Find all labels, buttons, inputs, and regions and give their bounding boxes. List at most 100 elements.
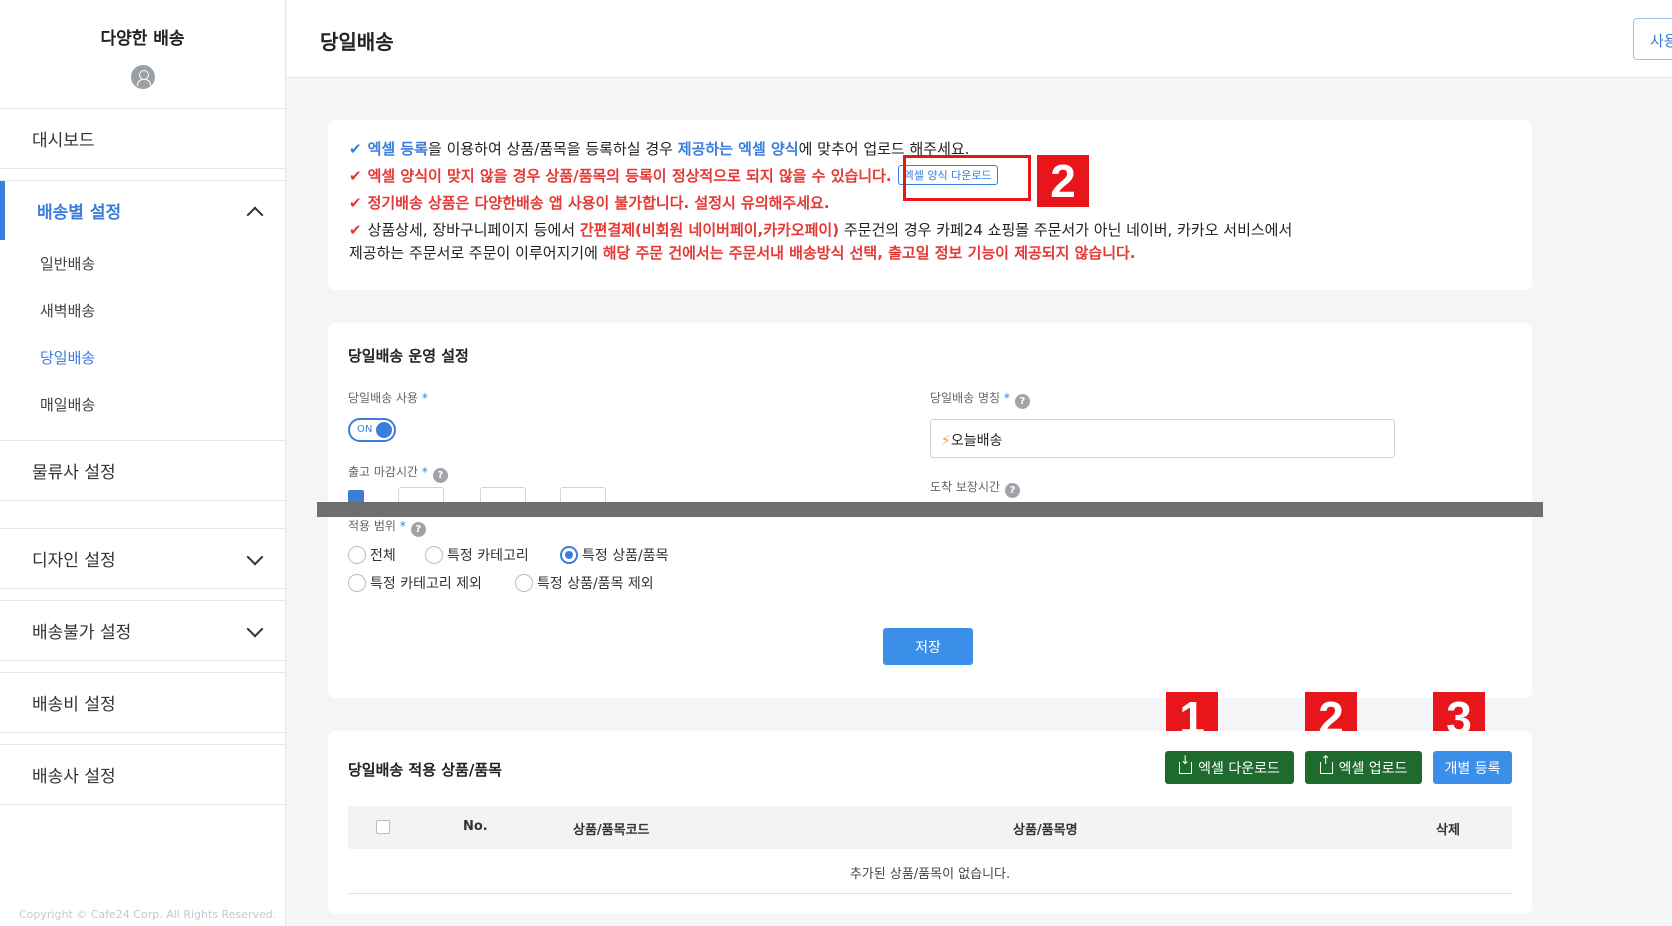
notice-line-1: ✔ 엑셀 등록을 이용하여 상품/품목을 등록하실 경우 제공하는 엑셀 양식에 … [349, 138, 969, 159]
button-label: 엑셀 업로드 [1338, 760, 1408, 777]
notice-highlight: 제공하는 엑셀 양식 [677, 140, 799, 158]
required-mark: * [399, 519, 406, 533]
header-action-button[interactable]: 사용 [1633, 18, 1672, 60]
scope-option-exclude-category[interactable]: 특정 카테고리 제외 [348, 573, 482, 593]
check-icon: ✔ [349, 140, 362, 158]
excel-download-button[interactable]: 엑셀 다운로드 [1165, 751, 1294, 784]
scope-option-all[interactable]: 전체 [348, 545, 396, 565]
sidebar-item-dashboard[interactable]: 대시보드 [0, 108, 285, 169]
sidebar-item-label: 배송사 설정 [32, 767, 116, 787]
help-icon[interactable]: ? [432, 468, 448, 483]
sidebar-item-label: 배송불가 설정 [32, 623, 132, 643]
required-mark: * [421, 391, 428, 405]
annotation-box [903, 155, 1031, 201]
sidebar-item-delivery-settings[interactable]: 배송별 설정 [0, 180, 285, 240]
notice-line-3: ✔ 정기배송 상품은 다양한배송 앱 사용이 불가합니다. 설정시 유의해주세요. [349, 192, 830, 213]
sidebar-subitem-daily[interactable]: 매일배송 [40, 394, 95, 415]
radio-icon [425, 546, 443, 564]
scope-option-exclude-product[interactable]: 특정 상품/품목 제외 [515, 573, 654, 593]
option-label: 특정 카테고리 제외 [370, 576, 482, 592]
button-label: 엑셀 다운로드 [1198, 760, 1280, 777]
notice-line-5: 제공하는 주문서로 주문이 이루어지기에 해당 주문 건에서는 주문서내 배송방… [349, 242, 1136, 263]
check-icon: ✔ [349, 221, 362, 239]
notice-warning: 엑셀 양식이 맞지 않을 경우 상품/품목의 등록이 정상적으로 되지 않을 수… [367, 167, 892, 185]
notice-text: 주문건의 경우 카페24 쇼핑몰 주문서가 아닌 네이버, 카카오 서비스에서 [839, 221, 1293, 239]
sidebar-item-logistics[interactable]: 물류사 설정 [0, 440, 285, 501]
notice-text: 을 이용하여 상품/품목을 등록하실 경우 [428, 140, 678, 158]
toggle-text: ON [357, 424, 373, 435]
save-button[interactable]: 저장 [883, 628, 973, 665]
field-label-use: 당일배송 사용 * [348, 389, 428, 406]
sidebar-subitem-sameday[interactable]: 당일배송 [40, 347, 95, 368]
chevron-up-icon [246, 206, 264, 224]
chevron-down-icon [246, 548, 264, 566]
check-icon: ✔ [349, 194, 362, 212]
sidebar-item-label: 디자인 설정 [32, 551, 116, 571]
required-mark: * [1003, 391, 1010, 405]
label-text: 당일배송 사용 [348, 391, 419, 405]
sidebar-subitem-dawn[interactable]: 새벽배송 [40, 300, 95, 321]
notice-line-2: ✔ 엑셀 양식이 맞지 않을 경우 상품/품목의 등록이 정상적으로 되지 않을 … [349, 165, 998, 186]
table-empty-row: 추가된 상품/품목이 없습니다. [348, 849, 1512, 894]
help-icon[interactable]: ? [1014, 394, 1030, 409]
field-label-arrival: 도착 보장시간? [930, 478, 1021, 498]
notice-text: 제공하는 주문서로 주문이 이루어지기에 [349, 244, 603, 262]
radio-icon [348, 574, 366, 592]
field-label-name: 당일배송 명칭 *? [930, 389, 1030, 409]
page-title: 당일배송 [320, 30, 394, 54]
column-header-name: 상품/품목명 [1013, 823, 1078, 838]
label-text: 당일배송 명칭 [930, 391, 1001, 405]
select-all-checkbox[interactable] [376, 820, 390, 834]
download-icon [1179, 754, 1193, 774]
section-title: 당일배송 운영 설정 [348, 347, 469, 365]
label-text: 도착 보장시간 [930, 480, 1001, 494]
help-icon[interactable]: ? [1005, 483, 1021, 498]
scope-option-category[interactable]: 특정 카테고리 [425, 545, 529, 565]
label-text: 출고 마감시간 [348, 465, 419, 479]
deadline-checkbox[interactable] [348, 490, 364, 502]
sidebar-item-label: 배송비 설정 [32, 695, 116, 715]
radio-icon [515, 574, 533, 592]
notice-highlight: 엑셀 등록 [367, 140, 429, 158]
sidebar-item-label: 배송별 설정 [37, 203, 122, 223]
notice-warning: 해당 주문 건에서는 주문서내 배송방식 선택, 출고일 정보 기능이 제공되지… [602, 244, 1136, 262]
column-header-no: No. [463, 819, 488, 834]
annotation-badge-2: 2 [1037, 155, 1089, 207]
sidebar-subitem-general[interactable]: 일반배송 [40, 253, 95, 274]
option-label: 특정 상품/품목 [582, 548, 669, 564]
sidebar: 다양한 배송 대시보드 배송별 설정 일반배송 새벽배송 당일배송 매일배송 물… [0, 0, 286, 926]
sidebar-item-label: 대시보드 [32, 131, 95, 151]
add-single-button[interactable]: 개별 등록 [1433, 751, 1512, 784]
button-label: 개별 등록 [1444, 760, 1501, 777]
copyright: Copyright © Cafe24 Corp. All Rights Rese… [19, 908, 277, 921]
sameday-name-input[interactable]: ⚡오늘배송 [930, 419, 1395, 458]
notice-line-4: ✔ 상품상세, 장바구니페이지 등에서 간편결제(비회원 네이버페이,카카오페이)… [349, 219, 1292, 240]
notice-text: 상품상세, 장바구니페이지 등에서 [367, 221, 580, 239]
upload-icon [1319, 754, 1333, 774]
sidebar-item-undeliverable[interactable]: 배송불가 설정 [0, 600, 285, 661]
check-icon: ✔ [349, 167, 362, 185]
option-label: 전체 [370, 548, 396, 564]
brand: 다양한 배송 [0, 0, 285, 111]
sameday-use-toggle[interactable]: ON [348, 418, 396, 442]
brand-name: 다양한 배송 [100, 29, 185, 49]
scope-option-product[interactable]: 특정 상품/품목 [560, 545, 668, 565]
option-label: 특정 상품/품목 제외 [537, 576, 654, 592]
option-label: 특정 카테고리 [447, 548, 529, 564]
redaction-bar [317, 502, 1543, 517]
radio-icon [348, 546, 366, 564]
excel-upload-button[interactable]: 엑셀 업로드 [1305, 751, 1422, 784]
input-value: 오늘배송 [950, 433, 1003, 449]
lightning-icon: ⚡ [941, 433, 951, 449]
table-header: No. 상품/품목코드 상품/품목명 삭제 [348, 806, 1512, 849]
sidebar-item-design[interactable]: 디자인 설정 [0, 528, 285, 589]
radio-selected-icon [560, 546, 578, 564]
products-card: 당일배송 적용 상품/품목 엑셀 다운로드 엑셀 업로드 개별 등록 No. 상… [328, 731, 1532, 914]
sidebar-item-shipping-fee[interactable]: 배송비 설정 [0, 672, 285, 733]
user-avatar-icon[interactable] [130, 65, 155, 89]
sidebar-item-carrier[interactable]: 배송사 설정 [0, 744, 285, 805]
label-text: 적용 범위 [348, 519, 396, 533]
page-header: 당일배송 사용 [287, 0, 1672, 78]
help-icon[interactable]: ? [410, 522, 426, 537]
notice-card: ✔ 엑셀 등록을 이용하여 상품/품목을 등록하실 경우 제공하는 엑셀 양식에 … [328, 120, 1532, 290]
